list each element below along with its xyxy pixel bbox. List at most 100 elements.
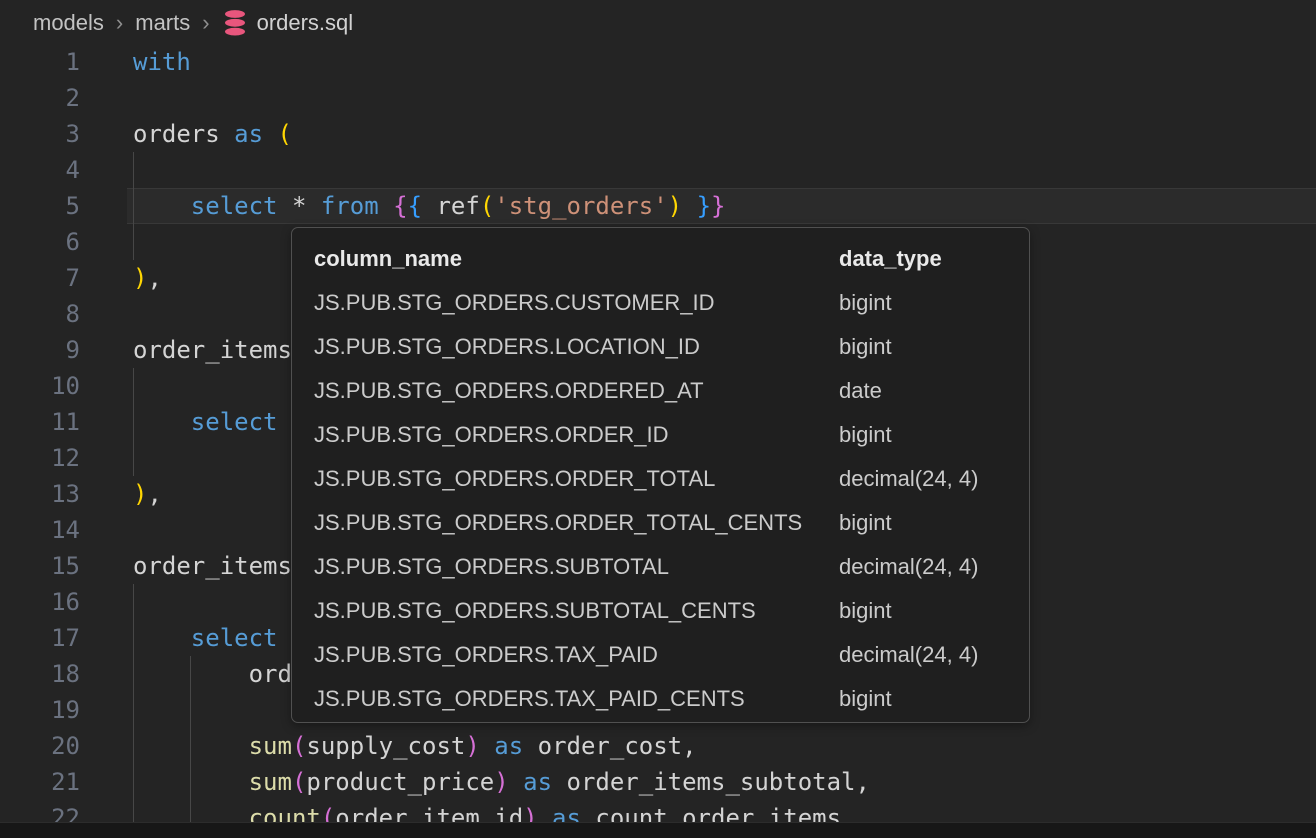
hover-popup: column_name data_type JS.PUB.STG_ORDERS.… — [291, 227, 1030, 723]
popup-column-name: JS.PUB.STG_ORDERS.TAX_PAID_CENTS — [314, 686, 745, 711]
code-token: * — [278, 192, 321, 220]
code-token — [263, 120, 277, 148]
popup-column-name: JS.PUB.STG_ORDERS.LOCATION_ID — [314, 334, 700, 359]
code-token: select — [191, 408, 278, 436]
popup-data-type: bigint — [839, 677, 892, 721]
popup-row: JS.PUB.STG_ORDERS.TAX_PAID decimal(24, 4) — [292, 633, 1029, 677]
popup-column-name: JS.PUB.STG_ORDERS.TAX_PAID — [314, 642, 658, 667]
popup-column-name: JS.PUB.STG_ORDERS.ORDER_ID — [314, 422, 669, 447]
indent-guide — [133, 584, 134, 822]
code-line[interactable]: 2 — [0, 80, 1316, 116]
breadcrumb-item-file[interactable]: orders.sql — [222, 9, 354, 37]
popup-data-type: bigint — [839, 413, 892, 457]
line-number: 2 — [0, 80, 127, 116]
code-text[interactable]: orders as ( — [127, 116, 1316, 152]
database-icon — [222, 9, 248, 37]
popup-row: JS.PUB.STG_ORDERS.ORDERED_AT date — [292, 369, 1029, 413]
code-token — [682, 192, 696, 220]
line-number: 14 — [0, 512, 127, 548]
code-token: { — [393, 192, 407, 220]
popup-data-type: bigint — [839, 589, 892, 633]
chevron-right-icon: › — [190, 10, 221, 36]
code-token — [379, 192, 393, 220]
popup-column-name: JS.PUB.STG_ORDERS.ORDERED_AT — [314, 378, 704, 403]
code-token: orders — [133, 120, 234, 148]
popup-data-type: decimal(24, 4) — [839, 457, 978, 501]
code-text[interactable] — [127, 152, 1316, 188]
line-number: 1 — [0, 44, 127, 80]
code-token: as — [234, 120, 263, 148]
breadcrumb: models › marts › orders.sql — [0, 0, 1316, 46]
code-token: ( — [292, 732, 306, 760]
code-line[interactable]: 22 count(order_item_id) as count_order_i… — [0, 800, 1316, 822]
code-token: ( — [278, 120, 292, 148]
code-token: order_item_id — [335, 804, 523, 822]
code-token: } — [697, 192, 711, 220]
code-token — [133, 192, 191, 220]
code-text[interactable]: select * from {{ ref('stg_orders') }} — [127, 188, 1316, 224]
code-token: count — [249, 804, 321, 822]
code-token: , — [147, 480, 161, 508]
breadcrumb-item-models[interactable]: models — [33, 10, 104, 36]
line-number: 13 — [0, 476, 127, 512]
code-line[interactable]: 21 sum(product_price) as order_items_sub… — [0, 764, 1316, 800]
code-text[interactable]: count(order_item_id) as count_order_item… — [127, 800, 1316, 822]
code-token: ( — [480, 192, 494, 220]
bottom-panel-edge — [0, 822, 1316, 838]
popup-row: JS.PUB.STG_ORDERS.CUSTOMER_IDbigint — [292, 281, 1029, 325]
line-number: 19 — [0, 692, 127, 728]
line-number: 3 — [0, 116, 127, 152]
line-number: 18 — [0, 656, 127, 692]
code-line[interactable]: 4 — [0, 152, 1316, 188]
line-number: 20 — [0, 728, 127, 764]
indent-guide — [133, 152, 134, 260]
code-text[interactable]: with — [127, 44, 1316, 80]
popup-data-type: bigint — [839, 281, 892, 325]
popup-row: JS.PUB.STG_ORDERS.LOCATION_ID bigint — [292, 325, 1029, 369]
code-token: with — [133, 48, 191, 76]
code-token: select — [191, 192, 278, 220]
popup-data-type: decimal(24, 4) — [839, 633, 978, 677]
line-number: 22 — [0, 800, 127, 822]
line-number: 8 — [0, 296, 127, 332]
code-text[interactable]: sum(product_price) as order_items_subtot… — [127, 764, 1316, 800]
code-text[interactable]: sum(supply_cost) as order_cost, — [127, 728, 1316, 764]
code-token: } — [711, 192, 725, 220]
code-token — [480, 732, 494, 760]
code-line[interactable]: 1with — [0, 44, 1316, 80]
line-number: 7 — [0, 260, 127, 296]
line-number: 4 — [0, 152, 127, 188]
popup-column-name: JS.PUB.STG_ORDERS.ORDER_TOTAL — [314, 466, 715, 491]
popup-column-name: JS.PUB.STG_ORDERS.ORDER_TOTAL_CENTS — [314, 510, 802, 535]
line-number: 9 — [0, 332, 127, 368]
popup-data-type: bigint — [839, 501, 892, 545]
popup-column-name: JS.PUB.STG_ORDERS.SUBTOTAL_CENTS — [314, 598, 756, 623]
popup-row: JS.PUB.STG_ORDERS.SUBTOTAL_CENTS bigint — [292, 589, 1029, 633]
code-token: ( — [321, 804, 335, 822]
breadcrumb-item-marts[interactable]: marts — [135, 10, 190, 36]
popup-data-type: decimal(24, 4) — [839, 545, 978, 589]
code-token: count_order_items — [581, 804, 841, 822]
code-token: ) — [133, 264, 147, 292]
code-token: { — [408, 192, 422, 220]
code-line[interactable]: 20 sum(supply_cost) as order_cost, — [0, 728, 1316, 764]
chevron-right-icon: › — [104, 10, 135, 36]
popup-data-type: date — [839, 369, 882, 413]
code-token — [538, 804, 552, 822]
code-token: sum — [249, 768, 292, 796]
code-token: select — [191, 624, 278, 652]
code-token: product_price — [306, 768, 494, 796]
file-name: orders.sql — [257, 10, 354, 36]
code-line[interactable]: 3orders as ( — [0, 116, 1316, 152]
line-number: 16 — [0, 584, 127, 620]
code-token: 'stg_orders' — [494, 192, 667, 220]
code-token — [133, 408, 191, 436]
code-line[interactable]: 5 select * from {{ ref('stg_orders') }} — [0, 188, 1316, 224]
popup-row: JS.PUB.STG_ORDERS.TAX_PAID_CENTS bigint — [292, 677, 1029, 721]
indent-guide — [133, 368, 134, 476]
code-token: order_items_subtotal, — [552, 768, 870, 796]
popup-data-type: bigint — [839, 325, 892, 369]
code-text[interactable] — [127, 80, 1316, 116]
code-token: ref — [422, 192, 480, 220]
popup-row: JS.PUB.STG_ORDERS.ORDER_TOTAL_CENTS bigin… — [292, 501, 1029, 545]
